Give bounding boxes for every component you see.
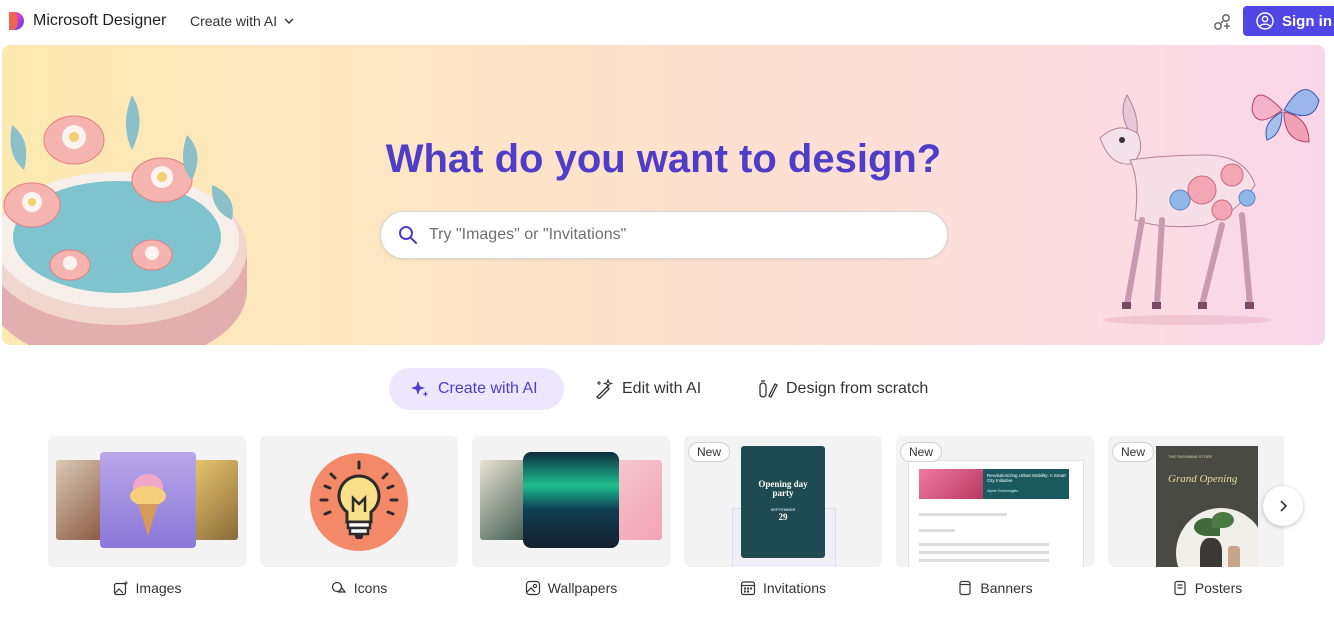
flower-pond-illustration xyxy=(2,95,247,345)
category-label-text: Images xyxy=(135,580,182,596)
category-label: Invitations xyxy=(684,580,882,596)
invitation-day: 29 xyxy=(778,512,788,522)
hero-banner: What do you want to design? xyxy=(2,45,1325,345)
banner-heading: Revolutionizing Urban Mobility: A Smart … xyxy=(987,473,1066,483)
wallpapers-thumbnail xyxy=(472,436,670,567)
chevron-down-icon xyxy=(284,18,294,24)
poster-icon xyxy=(1174,580,1186,596)
banners-thumbnail: New Revolutionizing Urban Mobility: A Sm… xyxy=(896,436,1094,567)
create-with-ai-menu[interactable]: Create with AI xyxy=(190,13,295,29)
category-label: Wallpapers xyxy=(472,580,670,596)
chevron-right-icon xyxy=(1280,500,1288,512)
tab-create-with-ai-label: Create with AI xyxy=(438,380,538,397)
sign-in-button[interactable]: Sign in xyxy=(1243,6,1334,36)
poster-title: Grand Opening xyxy=(1168,473,1238,485)
new-badge: New xyxy=(1112,442,1155,462)
category-card-banners[interactable]: New Revolutionizing Urban Mobility: A Sm… xyxy=(896,436,1094,596)
top-bar: Microsoft Designer Create with AI Sign i… xyxy=(0,0,1334,42)
invitations-thumbnail: New Opening day party SEPTEMBER 29 xyxy=(684,436,882,567)
new-badge: New xyxy=(900,442,943,462)
carousel-next-button[interactable] xyxy=(1263,486,1303,526)
banner-sub: Alpine Technologies xyxy=(987,489,1019,493)
banner-icon xyxy=(959,580,972,596)
images-thumbnail xyxy=(48,436,246,567)
category-card-icons[interactable]: Icons xyxy=(260,436,458,596)
lightbulb-icon xyxy=(310,453,408,551)
sparkle-icon xyxy=(411,381,429,397)
brand-name[interactable]: Microsoft Designer xyxy=(33,12,166,30)
category-card-invitations[interactable]: New Opening day party SEPTEMBER 29 Invit… xyxy=(684,436,882,596)
search-icon xyxy=(399,226,417,244)
tab-design-from-scratch-label: Design from scratch xyxy=(786,380,929,397)
icons-thumbnail xyxy=(260,436,458,567)
deer-butterfly-illustration xyxy=(1099,89,1320,325)
tab-edit-with-ai[interactable]: Edit with AI xyxy=(594,368,701,410)
tab-create-with-ai[interactable]: Create with AI xyxy=(389,368,564,410)
category-label: Banners xyxy=(896,580,1094,596)
category-label: Images xyxy=(48,580,246,596)
search-input[interactable] xyxy=(427,225,911,245)
magic-wand-icon xyxy=(596,379,614,399)
category-label-text: Wallpapers xyxy=(547,580,618,596)
invitation-title: Opening day party xyxy=(758,479,808,498)
category-label-text: Posters xyxy=(1194,580,1243,596)
category-card-posters[interactable]: New THE PASHMINA STORE Grand Opening Pos… xyxy=(1108,436,1284,596)
search-bar[interactable] xyxy=(380,211,948,259)
pen-brush-icon xyxy=(759,380,778,398)
calendar-icon xyxy=(740,581,756,596)
image-sparkle-icon xyxy=(113,580,129,596)
category-card-images[interactable]: Images xyxy=(48,436,246,596)
tab-edit-with-ai-label: Edit with AI xyxy=(622,380,702,397)
category-label-text: Invitations xyxy=(762,580,827,596)
category-label: Icons xyxy=(260,580,458,596)
designer-logo-icon[interactable] xyxy=(6,11,26,31)
wallpaper-icon xyxy=(525,580,540,596)
icons-icon xyxy=(331,581,346,593)
new-badge: New xyxy=(688,442,731,462)
category-label: Posters xyxy=(1108,580,1284,596)
category-label-text: Banners xyxy=(980,580,1033,596)
category-carousel: Images Icons Wallpapers New Opening day … xyxy=(48,436,1284,616)
user-icon xyxy=(1256,12,1274,30)
shapes-settings-icon[interactable] xyxy=(1212,12,1232,32)
poster-small-text: THE PASHMINA STORE xyxy=(1168,454,1213,459)
category-card-wallpapers[interactable]: Wallpapers xyxy=(472,436,670,596)
create-with-ai-menu-label: Create with AI xyxy=(190,13,278,29)
tab-design-from-scratch[interactable]: Design from scratch xyxy=(758,368,928,410)
posters-thumbnail: New THE PASHMINA STORE Grand Opening xyxy=(1108,436,1284,567)
sign-in-label: Sign in xyxy=(1282,12,1332,30)
category-label-text: Icons xyxy=(353,580,388,596)
